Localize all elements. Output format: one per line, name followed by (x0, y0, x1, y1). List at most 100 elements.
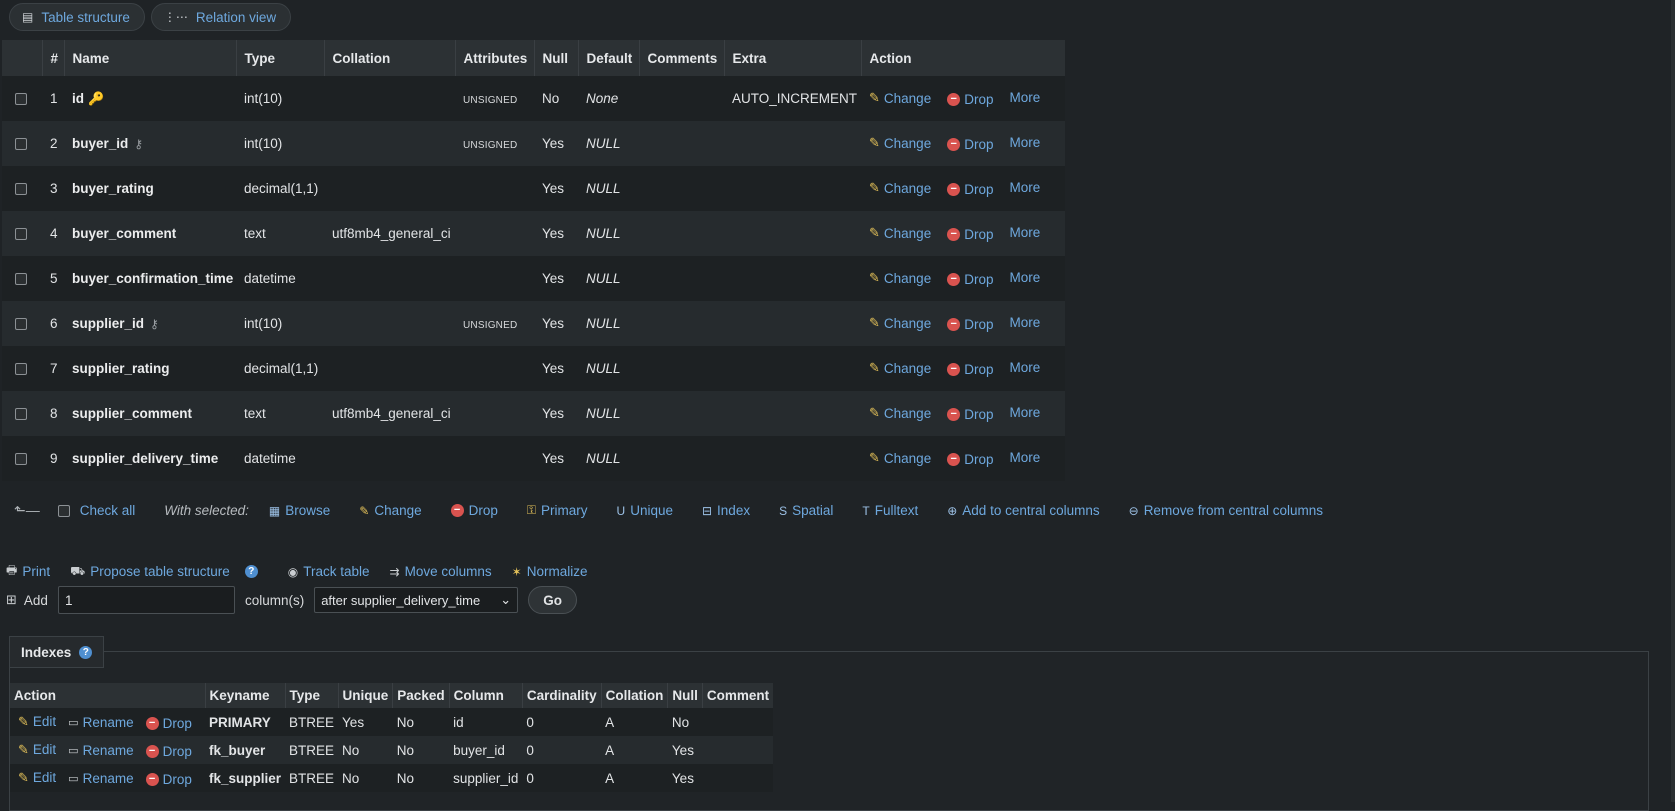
structure-row: 4 buyer_comment text utf8mb4_general_ci Yes N… (2, 211, 1065, 256)
propose-table-structure-link[interactable]: ⛟ Propose table structure ? (70, 564, 258, 580)
drop-index-button[interactable]: − Drop (145, 772, 192, 787)
column-name[interactable]: buyer_id (72, 136, 128, 151)
idx-header-keyname: Keyname (205, 683, 286, 708)
column-attributes-cell: UNSIGNED (455, 301, 534, 346)
column-name[interactable]: supplier_rating (72, 361, 170, 376)
more-button[interactable]: More (1009, 225, 1040, 240)
check-all-checkbox[interactable] (57, 504, 70, 517)
idx-header-unique: Unique (338, 683, 394, 708)
edit-index-button[interactable]: ✎ Edit (18, 742, 56, 758)
with-selected-fulltext[interactable]: T Fulltext (862, 503, 918, 518)
move-columns-link[interactable]: ⇉ Move columns (390, 564, 492, 579)
column-name[interactable]: buyer_confirmation_time (72, 271, 233, 286)
more-button[interactable]: More (1009, 270, 1040, 285)
with-selected-browse[interactable]: ▦ Browse (269, 503, 330, 518)
more-label: More (1009, 180, 1041, 195)
top-tabs: ▤ Table structure ⋮⋯ Relation view (9, 3, 292, 31)
with-selected-drop[interactable]: − Drop (450, 503, 498, 518)
more-button[interactable]: More (1009, 450, 1040, 465)
edit-index-button[interactable]: ✎ Edit (18, 770, 56, 786)
track-table-link[interactable]: ◉ Track table (288, 564, 370, 579)
row-checkbox[interactable] (15, 183, 27, 196)
print-link[interactable]: 🖶 Print (6, 561, 50, 582)
index-cardinality: 0 (522, 736, 602, 764)
drop-button[interactable]: − Drop (947, 452, 993, 467)
go-button[interactable]: Go (528, 586, 577, 614)
row-checkbox[interactable] (15, 363, 27, 376)
with-selected-spatial[interactable]: S Spatial (779, 503, 833, 518)
with-selected-action-label: Add to central columns (962, 503, 1100, 518)
drop-button[interactable]: − Drop (947, 227, 993, 242)
column-count-input[interactable] (57, 586, 235, 614)
column-position-select[interactable]: after supplier_delivery_time ⌄ (314, 587, 519, 613)
more-label: More (1009, 315, 1041, 330)
change-button[interactable]: ✎ Change (869, 180, 931, 196)
change-button[interactable]: ✎ Change (869, 405, 931, 421)
column-attributes: UNSIGNED (463, 140, 518, 151)
column-name[interactable]: supplier_comment (72, 406, 192, 421)
column-name[interactable]: supplier_id (72, 316, 144, 331)
normalize-link[interactable]: ✶ Normalize (512, 564, 588, 579)
row-checkbox[interactable] (15, 408, 27, 421)
column-collation (324, 436, 455, 481)
column-name[interactable]: buyer_comment (72, 226, 176, 241)
pencil-icon: ✎ (18, 713, 29, 729)
rename-index-button[interactable]: ▭ Rename (68, 743, 133, 758)
drop-button[interactable]: − Drop (947, 92, 993, 107)
more-button[interactable]: More (1009, 90, 1040, 105)
check-all-link[interactable]: Check all (80, 503, 136, 518)
with-selected-primary[interactable]: ⚿ Primary (527, 503, 588, 518)
help-icon[interactable]: ? (244, 565, 258, 578)
edit-index-button[interactable]: ✎ Edit (18, 714, 56, 730)
row-checkbox[interactable] (15, 318, 27, 331)
drop-button[interactable]: − Drop (947, 272, 993, 287)
drop-button[interactable]: − Drop (947, 317, 993, 332)
change-button[interactable]: ✎ Change (869, 90, 931, 106)
tab-table-structure[interactable]: ▤ Table structure (9, 3, 145, 31)
pencil-icon: ✎ (869, 180, 880, 195)
more-button[interactable]: More (1009, 315, 1040, 330)
change-button[interactable]: ✎ Change (869, 135, 931, 151)
row-actions: ✎ Change − Drop More (861, 301, 1065, 346)
more-button[interactable]: More (1009, 180, 1040, 195)
change-button[interactable]: ✎ Change (869, 450, 931, 466)
vertical-scrollbar[interactable] (1671, 0, 1675, 802)
column-name[interactable]: buyer_rating (72, 181, 154, 196)
drop-button[interactable]: − Drop (947, 407, 993, 422)
change-button[interactable]: ✎ Change (869, 315, 931, 331)
with-selected-add-to-central-columns[interactable]: ⊕ Add to central columns (947, 503, 1099, 518)
column-name[interactable]: supplier_delivery_time (72, 451, 218, 466)
row-checkbox[interactable] (15, 228, 27, 241)
drop-button[interactable]: − Drop (947, 362, 993, 377)
with-selected-change[interactable]: ✎ Change (359, 503, 421, 518)
column-default: NULL (578, 166, 639, 211)
structure-header-row: # Name Type Collation Attributes Null De… (2, 40, 1065, 76)
with-selected-index[interactable]: ⊟ Index (702, 503, 750, 518)
more-button[interactable]: More (1009, 405, 1040, 420)
row-checkbox[interactable] (15, 138, 27, 151)
with-selected-unique[interactable]: U Unique (617, 503, 673, 518)
drop-index-button[interactable]: − Drop (145, 716, 192, 731)
tab-relation-view[interactable]: ⋮⋯ Relation view (150, 3, 292, 31)
more-button[interactable]: More (1009, 360, 1040, 375)
row-actions: ✎ Change − Drop More (861, 211, 1065, 256)
row-checkbox[interactable] (15, 93, 27, 106)
change-button[interactable]: ✎ Change (869, 270, 931, 286)
row-checkbox[interactable] (15, 453, 27, 466)
idx-header-column: Column (449, 683, 523, 708)
header-null: Null (534, 40, 579, 76)
column-name[interactable]: id (72, 91, 84, 106)
change-label: Change (883, 180, 932, 196)
with-selected-remove-from-central-columns[interactable]: ⊖ Remove from central columns (1129, 503, 1323, 518)
rename-index-button[interactable]: ▭ Rename (68, 771, 133, 786)
drop-label: Drop (964, 227, 994, 242)
row-checkbox[interactable] (15, 273, 27, 286)
more-button[interactable]: More (1009, 135, 1040, 150)
drop-index-button[interactable]: − Drop (145, 744, 192, 759)
rename-index-button[interactable]: ▭ Rename (68, 715, 133, 730)
change-button[interactable]: ✎ Change (869, 225, 931, 241)
drop-button[interactable]: − Drop (947, 182, 993, 197)
drop-button[interactable]: − Drop (947, 137, 993, 152)
change-button[interactable]: ✎ Change (869, 360, 931, 376)
help-icon[interactable]: ? (79, 645, 93, 659)
